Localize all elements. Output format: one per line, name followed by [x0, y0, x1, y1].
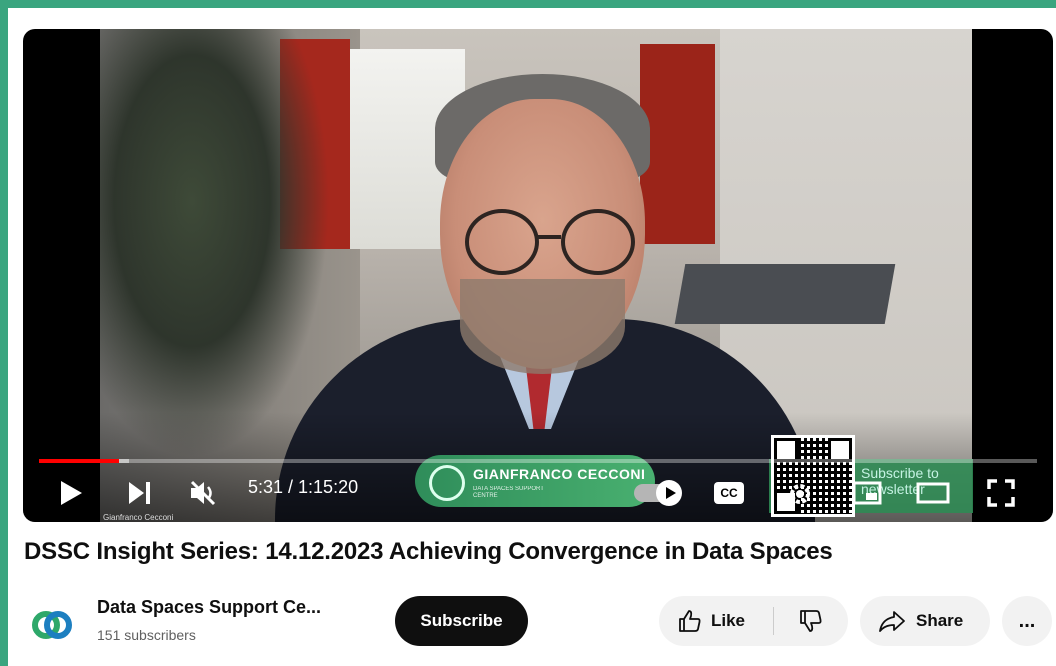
share-button[interactable]: Share	[860, 596, 990, 646]
theater-mode-button[interactable]	[913, 477, 953, 509]
play-button[interactable]	[51, 475, 91, 511]
time-display: 5:31 / 1:15:20	[248, 477, 359, 497]
subscriber-count: 151 subscribers	[97, 627, 196, 643]
play-icon	[61, 481, 82, 505]
fullscreen-button[interactable]	[983, 475, 1019, 511]
speaker-glasses	[465, 209, 635, 275]
captions-icon: CC	[714, 482, 744, 504]
video-title: DSSC Insight Series: 14.12.2023 Achievin…	[24, 538, 833, 565]
settings-button[interactable]	[783, 477, 817, 511]
like-dislike-group: Like	[659, 596, 848, 646]
miniplayer-icon	[852, 481, 882, 505]
autoplay-play-icon	[666, 487, 676, 499]
channel-name[interactable]: Data Spaces Support Ce...	[97, 597, 321, 618]
dislike-button[interactable]	[774, 596, 848, 646]
share-icon	[879, 611, 905, 632]
miniplayer-button[interactable]	[849, 477, 885, 509]
dssc-logo-icon	[32, 611, 72, 639]
video-furniture	[674, 264, 896, 324]
video-plant	[100, 29, 330, 459]
more-icon: ...	[1018, 609, 1036, 632]
progress-played	[39, 459, 119, 463]
channel-avatar[interactable]	[26, 599, 78, 651]
subscribe-button[interactable]: Subscribe	[395, 596, 528, 646]
video-player[interactable]: Subscribe to newsletter GIANFRANCO CECCO…	[23, 29, 1053, 522]
gear-icon	[790, 484, 810, 504]
page: Subscribe to newsletter GIANFRANCO CECCO…	[8, 8, 1056, 666]
speaker-watermark: Gianfranco Cecconi	[103, 513, 174, 522]
next-button[interactable]	[119, 475, 159, 511]
speaker-beard	[460, 279, 625, 374]
mute-button[interactable]	[183, 475, 223, 511]
thumbs-up-icon	[679, 610, 701, 632]
share-label: Share	[916, 611, 964, 630]
speaker-name: GIANFRANCO CECCONI	[473, 466, 646, 482]
captions-label: CC	[720, 486, 738, 500]
like-label: Like	[711, 611, 746, 630]
thumbs-down-icon	[800, 610, 822, 632]
fullscreen-icon	[987, 479, 1015, 507]
like-button[interactable]: Like	[659, 596, 773, 646]
progress-bar[interactable]	[39, 459, 1037, 463]
more-actions-button[interactable]: ...	[1002, 596, 1052, 646]
next-icon	[129, 482, 150, 504]
dssc-logo-icon	[429, 465, 465, 501]
captions-button[interactable]: CC	[711, 479, 747, 507]
theater-mode-icon	[916, 482, 950, 504]
volume-muted-icon	[190, 480, 216, 506]
video-curtain-right	[640, 44, 715, 244]
autoplay-toggle[interactable]	[634, 480, 682, 506]
speaker-org: DATA SPACES SUPPORT CENTRE	[473, 486, 544, 499]
